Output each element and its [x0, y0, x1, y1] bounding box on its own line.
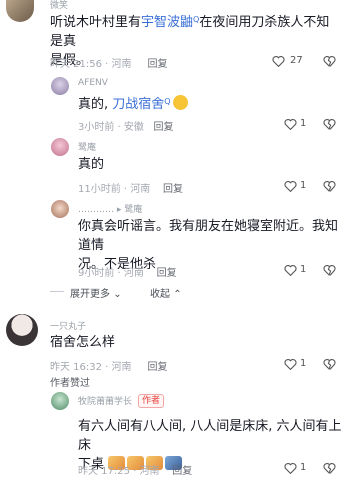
- avatar[interactable]: [6, 314, 38, 346]
- collapse-button[interactable]: 收起 ⌃: [150, 285, 182, 300]
- avatar[interactable]: [6, 0, 34, 22]
- dislike-heart-icon[interactable]: [323, 462, 336, 474]
- comment-text: 宿舍怎么样: [50, 335, 116, 350]
- expand-line-decoration: [50, 291, 64, 292]
- reply-button[interactable]: 回复: [147, 362, 167, 373]
- like-count: 1: [300, 180, 307, 191]
- laughing-emoji-icon: [172, 95, 188, 110]
- avatar[interactable]: [51, 392, 69, 410]
- chevron-down-icon: ⌄: [113, 289, 122, 300]
- comment-username[interactable]: 一只丸子: [50, 319, 86, 332]
- author-liked-label: 作者赞过: [50, 378, 90, 389]
- like-heart-icon[interactable]: [284, 264, 297, 276]
- mention-link[interactable]: 宇智波鼬: [141, 15, 193, 30]
- like-count: 1: [300, 118, 307, 129]
- like-heart-icon[interactable]: [284, 462, 297, 474]
- comment-username[interactable]: AFENV: [78, 78, 108, 88]
- chevron-up-icon: ⌃: [173, 289, 182, 300]
- reply-button[interactable]: 回复: [147, 59, 167, 70]
- dislike-heart-icon[interactable]: [323, 264, 336, 276]
- like-heart-icon[interactable]: [284, 358, 297, 370]
- reply-button[interactable]: 回复: [157, 268, 177, 279]
- dislike-heart-icon[interactable]: [323, 180, 336, 192]
- comment-text: 真的: [78, 157, 105, 172]
- like-heart-icon[interactable]: [284, 118, 297, 130]
- like-count: 1: [300, 462, 307, 473]
- expand-more-button[interactable]: 展开更多 ⌄: [70, 285, 122, 300]
- like-count: 27: [290, 55, 303, 66]
- like-count: 1: [300, 358, 307, 369]
- like-heart-icon[interactable]: [272, 55, 285, 67]
- reply-button[interactable]: 回复: [172, 466, 192, 477]
- dislike-heart-icon[interactable]: [323, 358, 336, 370]
- comment-username[interactable]: 鹭庵: [78, 140, 96, 153]
- reply-button[interactable]: 回复: [153, 122, 173, 133]
- comment-meta: 昨天 16:32 · 河南 回复: [50, 362, 168, 373]
- author-badge: 作者: [138, 394, 165, 408]
- comment-username[interactable]: ………… ▸ 鹭庵: [78, 202, 142, 215]
- comment-meta: 3小时前 · 安徽 回复: [78, 122, 174, 133]
- comment-meta: 9小时前 · 河南 回复: [78, 268, 177, 279]
- dislike-heart-icon[interactable]: [323, 118, 336, 130]
- comment-username[interactable]: 牧院莆莆学长: [78, 394, 132, 407]
- dislike-heart-icon[interactable]: [323, 55, 336, 67]
- avatar[interactable]: [51, 200, 69, 218]
- avatar[interactable]: [51, 138, 69, 156]
- reply-button[interactable]: 回复: [163, 184, 183, 195]
- comment-meta: 昨天 21:56 · 河南 回复: [50, 59, 168, 70]
- comment-meta: 11小时前 · 河南 回复: [78, 184, 183, 195]
- like-count: 1: [300, 264, 307, 275]
- search-icon: Q: [164, 97, 171, 106]
- mention-link[interactable]: 刀战宿舍: [112, 97, 164, 112]
- avatar[interactable]: [51, 77, 69, 95]
- comment-text: 真的, 刀战宿舍Q: [78, 92, 188, 114]
- like-heart-icon[interactable]: [284, 180, 297, 192]
- comment-meta: 昨天 17:25 · 河南 回复: [78, 466, 193, 477]
